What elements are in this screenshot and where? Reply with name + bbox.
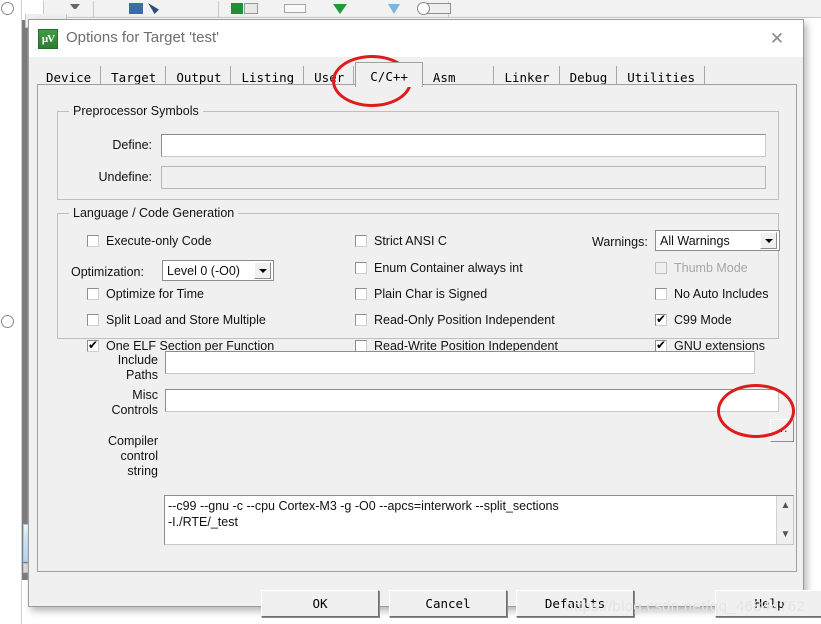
optimization-value: Level 0 (-O0) bbox=[167, 263, 240, 278]
checkbox-box-thumb-mode[interactable] bbox=[655, 262, 667, 274]
compiler-control-string-text: --c99 --gnu -c --cpu Cortex-M3 -g -O0 --… bbox=[168, 498, 559, 530]
blue-down-arrow-icon[interactable] bbox=[388, 4, 400, 14]
include-paths-label-line1: Include bbox=[117, 353, 158, 367]
checkbox-label-read-only-position-independent: Read-Only Position Independent bbox=[374, 313, 555, 327]
undefine-input[interactable] bbox=[161, 166, 766, 189]
selection-handle-top-left[interactable] bbox=[1, 2, 14, 15]
include-paths-browse-button[interactable]: ... bbox=[770, 419, 794, 442]
checkbox-box-execute-only-code[interactable] bbox=[87, 235, 99, 247]
include-paths-input[interactable] bbox=[165, 351, 755, 374]
misc-controls-label-line1: Misc bbox=[132, 388, 158, 402]
options-dialog: μV Options for Target 'test' ✕ Device Ta… bbox=[28, 19, 821, 617]
document-scrollbar-track-shadow bbox=[22, 20, 27, 580]
compiler-control-string-line1: --c99 --gnu -c --cpu Cortex-M3 -g -O0 --… bbox=[168, 499, 559, 513]
selection-handle-middle-left[interactable] bbox=[1, 315, 14, 328]
checkbox-box-optimize-for-time[interactable] bbox=[87, 288, 99, 300]
checkbox-label-optimize-for-time: Optimize for Time bbox=[106, 287, 204, 301]
uvision-logo-icon: μV bbox=[38, 29, 58, 49]
checkbox-label-execute-only-code: Execute-only Code bbox=[106, 234, 212, 248]
optimization-label: Optimization: bbox=[71, 265, 144, 279]
optimization-select[interactable]: Level 0 (-O0) bbox=[162, 260, 274, 281]
checkbox-box-enum-container-always-int[interactable] bbox=[355, 262, 367, 274]
checkbox-label-split-load-and-store-multiple: Split Load and Store Multiple bbox=[106, 313, 266, 327]
checkbox-label-thumb-mode: Thumb Mode bbox=[674, 261, 748, 275]
ok-button[interactable]: OK bbox=[261, 590, 379, 617]
checkbox-box-c99-mode[interactable] bbox=[655, 312, 667, 326]
window-icon[interactable] bbox=[244, 3, 258, 14]
undefine-label: Undefine: bbox=[98, 170, 152, 184]
tab-c-cpp[interactable]: C/C++ bbox=[355, 62, 423, 87]
misc-controls-label-line2: Controls bbox=[111, 403, 158, 417]
checkbox-label-strict-ansi-c: Strict ANSI C bbox=[374, 234, 447, 248]
checkbox-read-only-position-independent[interactable]: Read-Only Position Independent bbox=[355, 313, 555, 327]
checkbox-box-no-auto-includes[interactable] bbox=[655, 288, 667, 300]
checkbox-box-split-load-and-store-multiple[interactable] bbox=[87, 314, 99, 326]
checkbox-label-c99-mode: C99 Mode bbox=[674, 313, 732, 327]
compiler-control-string-textarea[interactable]: --c99 --gnu -c --cpu Cortex-M3 -g -O0 --… bbox=[164, 495, 794, 545]
warnings-select[interactable]: All Warnings bbox=[655, 230, 780, 251]
compiler-control-string-label-line2: control bbox=[120, 449, 158, 463]
close-icon[interactable]: ✕ bbox=[759, 26, 795, 52]
define-label: Define: bbox=[112, 138, 152, 152]
checkbox-label-plain-char-is-signed: Plain Char is Signed bbox=[374, 287, 488, 301]
checkbox-strict-ansi-c[interactable]: Strict ANSI C bbox=[355, 234, 447, 248]
checkbox-thumb-mode[interactable]: Thumb Mode bbox=[655, 261, 748, 275]
warnings-value: All Warnings bbox=[660, 233, 730, 248]
checkbox-optimize-for-time[interactable]: Optimize for Time bbox=[87, 287, 204, 301]
language-code-generation-title: Language / Code Generation bbox=[69, 206, 239, 220]
checkbox-c99-mode[interactable]: C99 Mode bbox=[655, 312, 732, 327]
green-square-icon[interactable] bbox=[231, 3, 243, 14]
define-input[interactable] bbox=[161, 134, 766, 157]
checkbox-box-one-elf-section-per-function[interactable] bbox=[87, 338, 99, 352]
background-toolbar bbox=[43, 0, 821, 18]
dual-arrow-icon[interactable] bbox=[427, 3, 451, 14]
checkbox-box-read-only-position-independent[interactable] bbox=[355, 314, 367, 326]
checkbox-box-plain-char-is-signed[interactable] bbox=[355, 288, 367, 300]
selection-handle-top-center[interactable] bbox=[417, 2, 430, 15]
checkbox-enum-container-always-int[interactable]: Enum Container always int bbox=[355, 261, 523, 275]
checkbox-execute-only-code[interactable]: Execute-only Code bbox=[87, 234, 212, 248]
cancel-button[interactable]: Cancel bbox=[389, 590, 507, 617]
compiler-control-string-scrollbar[interactable]: ▲ ▼ bbox=[776, 496, 793, 544]
dialog-titlebar[interactable]: μV Options for Target 'test' ✕ bbox=[29, 20, 803, 58]
toolbar-group-4 bbox=[448, 1, 820, 17]
dropdown-caret-icon[interactable] bbox=[70, 4, 80, 12]
watermark-text: https://blog.csdn.net/qq_46844762 bbox=[565, 598, 806, 615]
compiler-control-string-label-line3: string bbox=[127, 464, 158, 478]
checkbox-plain-char-is-signed[interactable]: Plain Char is Signed bbox=[355, 287, 487, 301]
checkbox-label-no-auto-includes: No Auto Includes bbox=[674, 287, 769, 301]
chevron-down-icon[interactable] bbox=[254, 262, 271, 279]
checkbox-no-auto-includes[interactable]: No Auto Includes bbox=[655, 287, 769, 301]
dialog-title: Options for Target 'test' bbox=[66, 29, 220, 46]
include-paths-label-line2: Paths bbox=[126, 368, 158, 382]
preprocessor-symbols-title: Preprocessor Symbols bbox=[69, 104, 203, 118]
binoculars-icon[interactable] bbox=[129, 3, 143, 14]
compiler-control-string-label-line1: Compiler bbox=[107, 434, 158, 448]
chevron-down-icon[interactable] bbox=[760, 232, 777, 249]
compiler-control-string-line2: -I./RTE/_test bbox=[168, 515, 238, 529]
green-down-arrow-icon[interactable] bbox=[333, 4, 347, 14]
blank-panel-icon[interactable] bbox=[284, 4, 306, 13]
preprocessor-symbols-group: Preprocessor Symbols Define: Undefine: bbox=[57, 104, 779, 200]
checkbox-split-load-and-store-multiple[interactable]: Split Load and Store Multiple bbox=[87, 313, 266, 327]
language-code-generation-group: Language / Code Generation Execute-only … bbox=[57, 206, 780, 353]
misc-controls-input[interactable] bbox=[165, 389, 779, 412]
scroll-up-icon[interactable]: ▲ bbox=[777, 497, 794, 514]
scroll-down-icon[interactable]: ▼ bbox=[777, 526, 794, 543]
checkbox-label-enum-container-always-int: Enum Container always int bbox=[374, 261, 523, 275]
checkbox-box-strict-ansi-c[interactable] bbox=[355, 235, 367, 247]
